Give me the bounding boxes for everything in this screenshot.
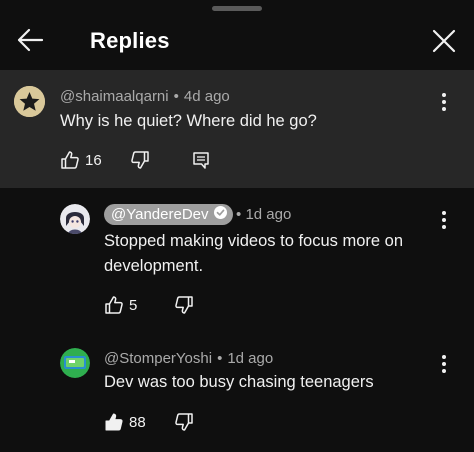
reply-menu-button[interactable] <box>434 208 454 232</box>
more-vert-icon <box>442 355 446 373</box>
reply-text: Stopped making videos to focus more on d… <box>104 229 403 279</box>
thumbs-up-icon <box>105 296 123 314</box>
reply-meta: • 1d ago <box>236 206 292 223</box>
thumbs-up-icon <box>61 151 79 169</box>
creator-name-chip[interactable]: @YandereDev <box>104 204 233 225</box>
comment-author[interactable]: @shaimaalqarni <box>60 88 169 105</box>
comment-meta: @shaimaalqarni • 4d ago <box>60 88 230 105</box>
more-vert-icon <box>442 211 446 229</box>
drag-handle[interactable] <box>212 6 262 11</box>
avatar[interactable] <box>60 204 90 234</box>
thumbs-down-icon <box>131 151 149 169</box>
green-avatar-icon <box>60 348 90 378</box>
comment-time: 4d ago <box>183 88 230 105</box>
like-count: 5 <box>129 296 138 314</box>
reply-author[interactable]: @StomperYoshi <box>104 350 212 367</box>
like-count: 88 <box>129 413 146 431</box>
like-count: 16 <box>85 151 102 169</box>
page-title: Replies <box>90 28 170 53</box>
like-button[interactable]: 88 <box>104 410 146 434</box>
replies-header: Replies <box>0 14 474 68</box>
reply-text-line: development. <box>104 257 204 275</box>
star-icon <box>14 86 45 117</box>
thumbs-up-filled-icon <box>105 413 123 431</box>
comment-text: Why is he quiet? Where did he go? <box>60 112 317 130</box>
thumbs-down-icon <box>175 296 193 314</box>
reply-text-line: Stopped making videos to focus more on <box>104 232 404 250</box>
reply-menu-button[interactable] <box>434 352 454 376</box>
dislike-button[interactable] <box>174 410 194 434</box>
avatar[interactable] <box>14 86 45 117</box>
reply-author: @YandereDev <box>111 206 209 223</box>
reply-meta: @StomperYoshi • 1d ago <box>104 350 274 367</box>
thumbs-down-icon <box>175 413 193 431</box>
dislike-button[interactable] <box>174 293 194 317</box>
reply-text: Dev was too busy chasing teenagers <box>104 373 374 391</box>
close-button[interactable] <box>430 27 458 55</box>
verified-check-icon <box>213 206 227 223</box>
comment-menu-button[interactable] <box>434 90 454 114</box>
avatar[interactable] <box>60 348 90 378</box>
close-icon <box>432 29 456 53</box>
arrow-left-icon <box>17 28 44 52</box>
like-button[interactable]: 5 <box>104 293 137 317</box>
back-button[interactable] <box>14 26 46 54</box>
more-vert-icon <box>442 93 446 111</box>
reply-button[interactable] <box>192 148 210 172</box>
comment-icon <box>193 152 209 169</box>
reply-time: 1d ago <box>245 206 292 223</box>
anime-avatar-icon <box>60 204 90 234</box>
like-button[interactable]: 16 <box>60 148 102 172</box>
reply-time: 1d ago <box>227 350 274 367</box>
replies-panel: Replies @shaimaalqarni • 4d ago Why is he … <box>0 0 474 452</box>
dislike-button[interactable] <box>130 148 150 172</box>
